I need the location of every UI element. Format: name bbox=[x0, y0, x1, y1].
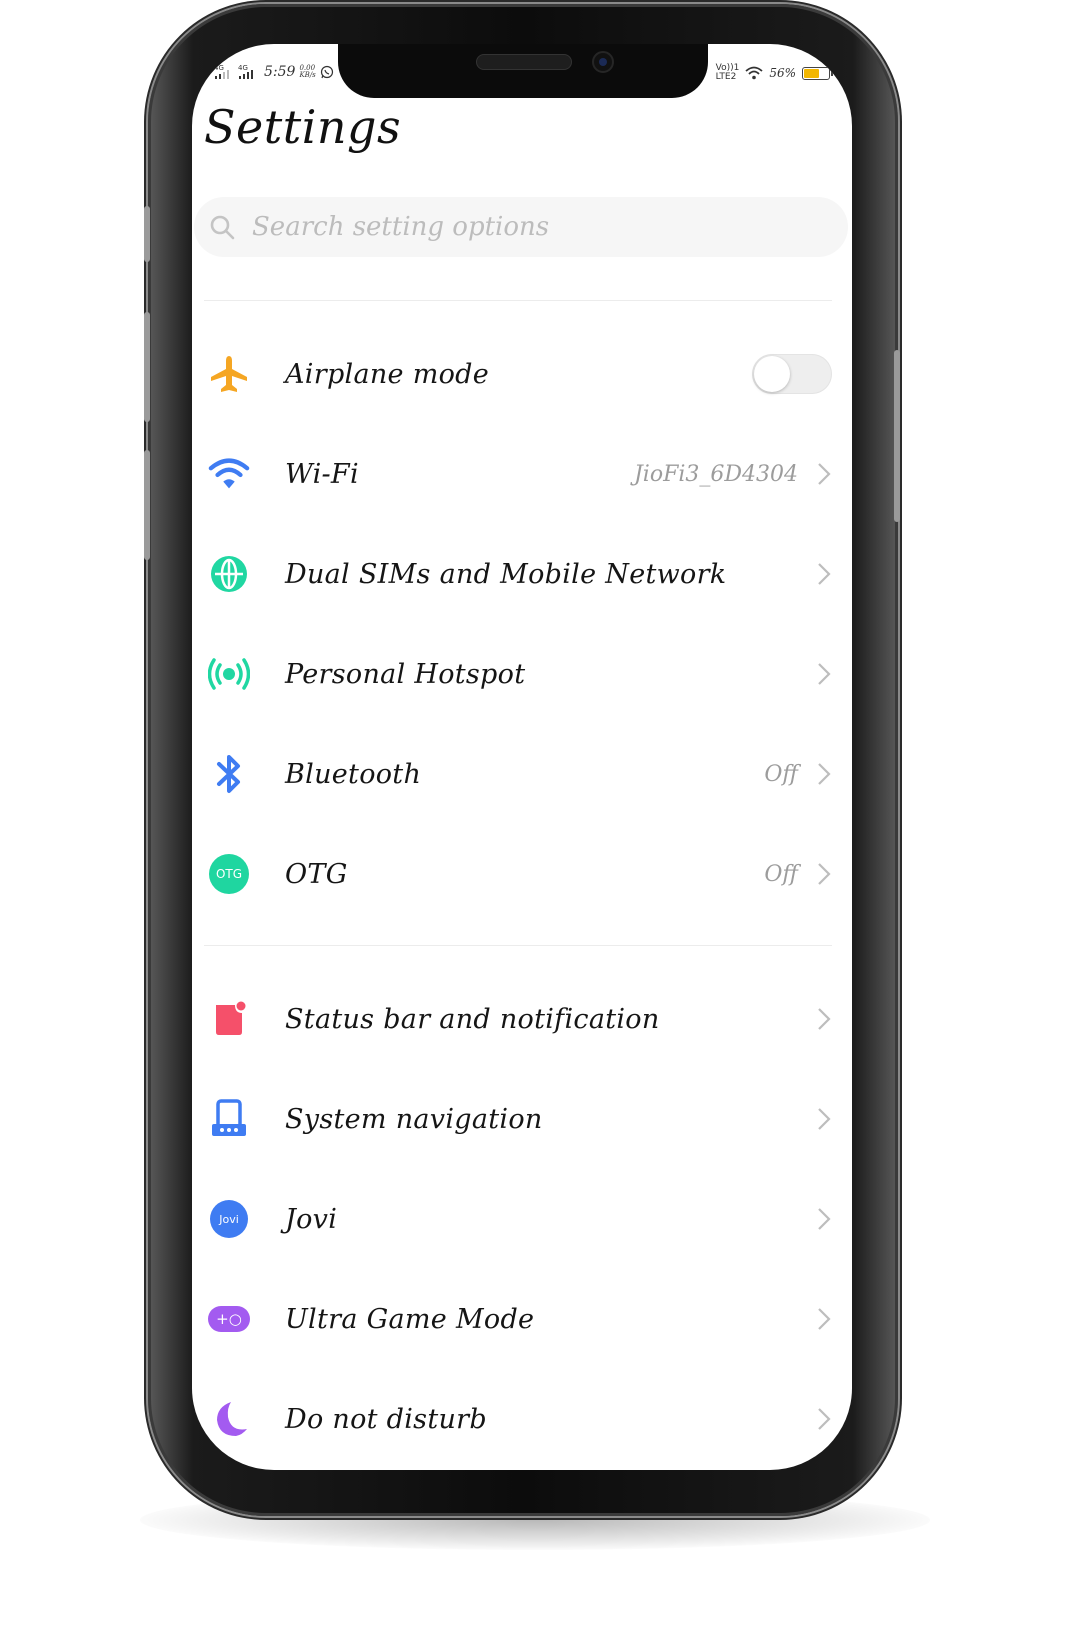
navigation-icon bbox=[208, 1098, 250, 1140]
settings-row-do-not-disturb[interactable]: Do not disturb bbox=[192, 1369, 852, 1469]
signal-sim2-icon: 4G bbox=[238, 64, 253, 79]
settings-row-bluetooth[interactable]: Bluetooth Off bbox=[192, 724, 852, 824]
globe-icon bbox=[208, 553, 250, 595]
row-label: Airplane mode bbox=[285, 358, 490, 390]
chevron-right-icon bbox=[818, 1208, 831, 1230]
chevron-right-icon bbox=[818, 463, 831, 485]
row-label: Dual SIMs and Mobile Network bbox=[285, 558, 727, 590]
settings-row-airplane-mode[interactable]: Airplane mode bbox=[192, 324, 852, 424]
battery-icon bbox=[802, 66, 833, 80]
chevron-right-icon bbox=[818, 1008, 831, 1030]
airplane-mode-toggle[interactable] bbox=[752, 354, 832, 394]
battery-percent: 56% bbox=[769, 66, 796, 80]
settings-row-ultra-game-mode[interactable]: +○ Ultra Game Mode bbox=[192, 1269, 852, 1369]
whatsapp-icon bbox=[320, 65, 333, 79]
chevron-right-icon bbox=[818, 763, 831, 785]
divider bbox=[204, 300, 832, 301]
row-value: Off bbox=[764, 861, 798, 887]
jovi-icon: Jovi bbox=[208, 1198, 250, 1240]
row-label: Bluetooth bbox=[285, 758, 422, 790]
status-time: 5:59 bbox=[264, 64, 296, 80]
chevron-right-icon bbox=[818, 563, 831, 585]
game-icon: +○ bbox=[208, 1298, 250, 1340]
row-label: OTG bbox=[285, 858, 348, 890]
chevron-right-icon bbox=[818, 1408, 831, 1430]
row-label: Wi-Fi bbox=[285, 458, 359, 490]
settings-row-jovi[interactable]: Jovi Jovi bbox=[192, 1169, 852, 1269]
row-label: System navigation bbox=[285, 1103, 543, 1135]
settings-row-dual-sims[interactable]: Dual SIMs and Mobile Network bbox=[192, 524, 852, 624]
status-bar-left: 4G 4G 5:59 0.00 KB/s bbox=[214, 64, 334, 80]
row-value: Off bbox=[764, 761, 798, 787]
svg-text:4G: 4G bbox=[238, 64, 248, 72]
search-bar[interactable] bbox=[194, 197, 848, 257]
side-button-volume-down bbox=[144, 450, 150, 560]
notification-icon bbox=[208, 998, 250, 1040]
search-input[interactable] bbox=[250, 211, 814, 243]
svg-text:4G: 4G bbox=[214, 64, 224, 72]
hotspot-icon bbox=[208, 653, 250, 695]
row-value: JioFi3_6D4304 bbox=[633, 461, 798, 487]
row-label: Ultra Game Mode bbox=[285, 1303, 535, 1335]
settings-row-otg[interactable]: OTG OTG Off bbox=[192, 824, 852, 924]
network-speed: 0.00 KB/s bbox=[299, 64, 316, 79]
chevron-right-icon bbox=[818, 863, 831, 885]
toggle-knob bbox=[754, 356, 790, 392]
search-icon bbox=[210, 215, 235, 240]
side-button-silent bbox=[144, 206, 150, 262]
chevron-right-icon bbox=[818, 663, 831, 685]
volte-indicator: Vo))1 LTE2 bbox=[715, 63, 740, 82]
status-bar-right: Vo))1 LTE2 56% bbox=[715, 63, 833, 82]
moon-icon bbox=[208, 1398, 250, 1440]
row-label: Personal Hotspot bbox=[285, 658, 526, 690]
earpiece-speaker bbox=[476, 54, 572, 70]
screen: 4G 4G 5:59 0.00 KB/s Vo))1 LTE2 56% Sett… bbox=[192, 44, 852, 1470]
wifi-icon bbox=[208, 453, 250, 495]
side-button-power bbox=[894, 350, 900, 522]
side-button-volume-up bbox=[144, 312, 150, 422]
settings-row-personal-hotspot[interactable]: Personal Hotspot bbox=[192, 624, 852, 724]
settings-row-status-bar[interactable]: Status bar and notification bbox=[192, 969, 852, 1069]
row-label: Jovi bbox=[285, 1203, 338, 1235]
bluetooth-icon bbox=[208, 753, 250, 795]
divider bbox=[204, 945, 832, 946]
settings-row-wifi[interactable]: Wi-Fi JioFi3_6D4304 bbox=[192, 424, 852, 524]
chevron-right-icon bbox=[818, 1108, 831, 1130]
airplane-icon bbox=[208, 353, 250, 395]
otg-icon: OTG bbox=[208, 853, 250, 895]
notch bbox=[338, 44, 708, 98]
signal-sim1-icon: 4G bbox=[214, 64, 229, 79]
settings-row-system-navigation[interactable]: System navigation bbox=[192, 1069, 852, 1169]
chevron-right-icon bbox=[818, 1308, 831, 1330]
page-title: Settings bbox=[204, 100, 402, 154]
front-camera bbox=[592, 51, 614, 73]
wifi-status-icon bbox=[745, 66, 763, 80]
row-label: Status bar and notification bbox=[285, 1003, 660, 1035]
row-label: Do not disturb bbox=[285, 1403, 487, 1435]
